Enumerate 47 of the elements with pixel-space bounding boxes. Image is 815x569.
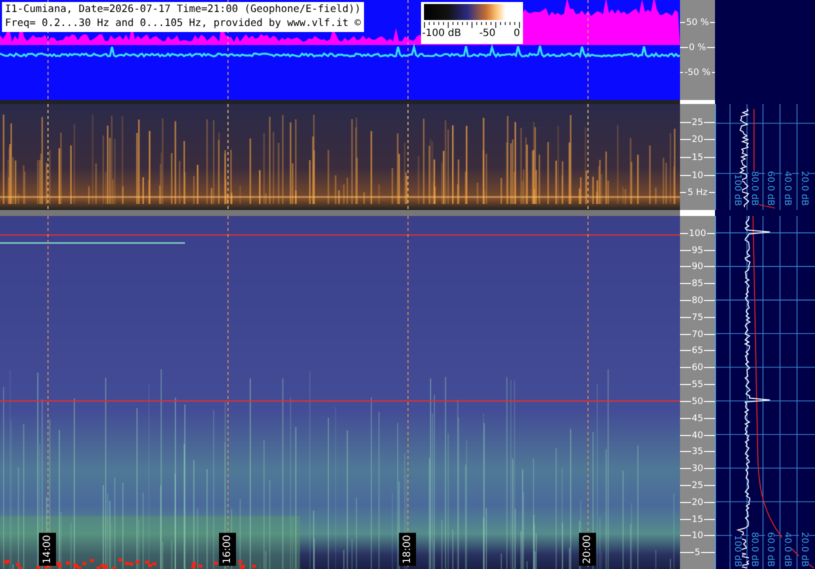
axis-label: 30	[690, 464, 704, 474]
time-label: 20:00	[579, 533, 596, 566]
axis-label: 90	[690, 262, 704, 272]
axis-label: 15	[690, 514, 704, 525]
axis-label: 5 Hz	[686, 188, 709, 198]
time-label: 14:00	[39, 533, 56, 566]
db-label: 100 dB	[732, 535, 742, 567]
db-label: 60.0 dB	[765, 171, 775, 206]
axis-label: 95	[690, 246, 704, 256]
axis-label: 65	[690, 346, 704, 356]
title-text: I1-Cumiana, Date=2026-07-17 Time=21:00 (Geophone/E-field))	[5, 3, 361, 17]
axis-label: 75	[690, 312, 704, 323]
db-label: 40.0 dB	[782, 171, 792, 206]
axis-label: 80	[690, 296, 704, 306]
axis-label: 20	[690, 498, 704, 508]
axis-label: 15	[690, 153, 704, 163]
axis-label: 20	[690, 135, 704, 146]
db-label: 20.0 dB	[799, 171, 809, 206]
colorbar-label: 0	[514, 28, 520, 39]
axis-label: 25	[690, 480, 704, 491]
axis-label: 25	[690, 118, 704, 128]
db-label: 20.0 dB	[799, 532, 809, 567]
db-label: 80.0 dB	[749, 532, 759, 567]
time-label: 16:00	[219, 533, 236, 566]
axis-label: 100	[688, 228, 708, 239]
db-label: 60.0 dB	[765, 532, 775, 567]
db-label: 100 dB	[732, 174, 742, 206]
frequency-text: Freq= 0.2...30 Hz and 0...105 Hz, provided by www.vlf.it ©	[5, 17, 361, 31]
axis-label: 10	[690, 531, 704, 542]
axis-label: 50	[690, 396, 704, 407]
axis-label: 45	[690, 414, 704, 424]
axis-label: 5	[694, 548, 702, 558]
axis-label: 35	[690, 447, 704, 458]
axis-label: 60	[690, 363, 704, 374]
axis-label: 0 %	[688, 43, 708, 53]
colorbar-label: -50	[479, 28, 496, 39]
axis-label: 55	[690, 380, 704, 390]
axis-label: 40	[690, 430, 704, 441]
axis-label: 50 %	[685, 18, 710, 28]
db-label: 80.0 dB	[749, 171, 759, 206]
axis-label: 85	[690, 279, 704, 290]
axis-label: 10	[690, 170, 704, 181]
db-label: 40.0 dB	[782, 532, 792, 567]
colorbar-label: -100 dB	[422, 28, 462, 39]
time-label: 18:00	[399, 533, 416, 566]
axis-label: 70	[690, 330, 704, 340]
axis-label: -50 %	[683, 68, 712, 78]
